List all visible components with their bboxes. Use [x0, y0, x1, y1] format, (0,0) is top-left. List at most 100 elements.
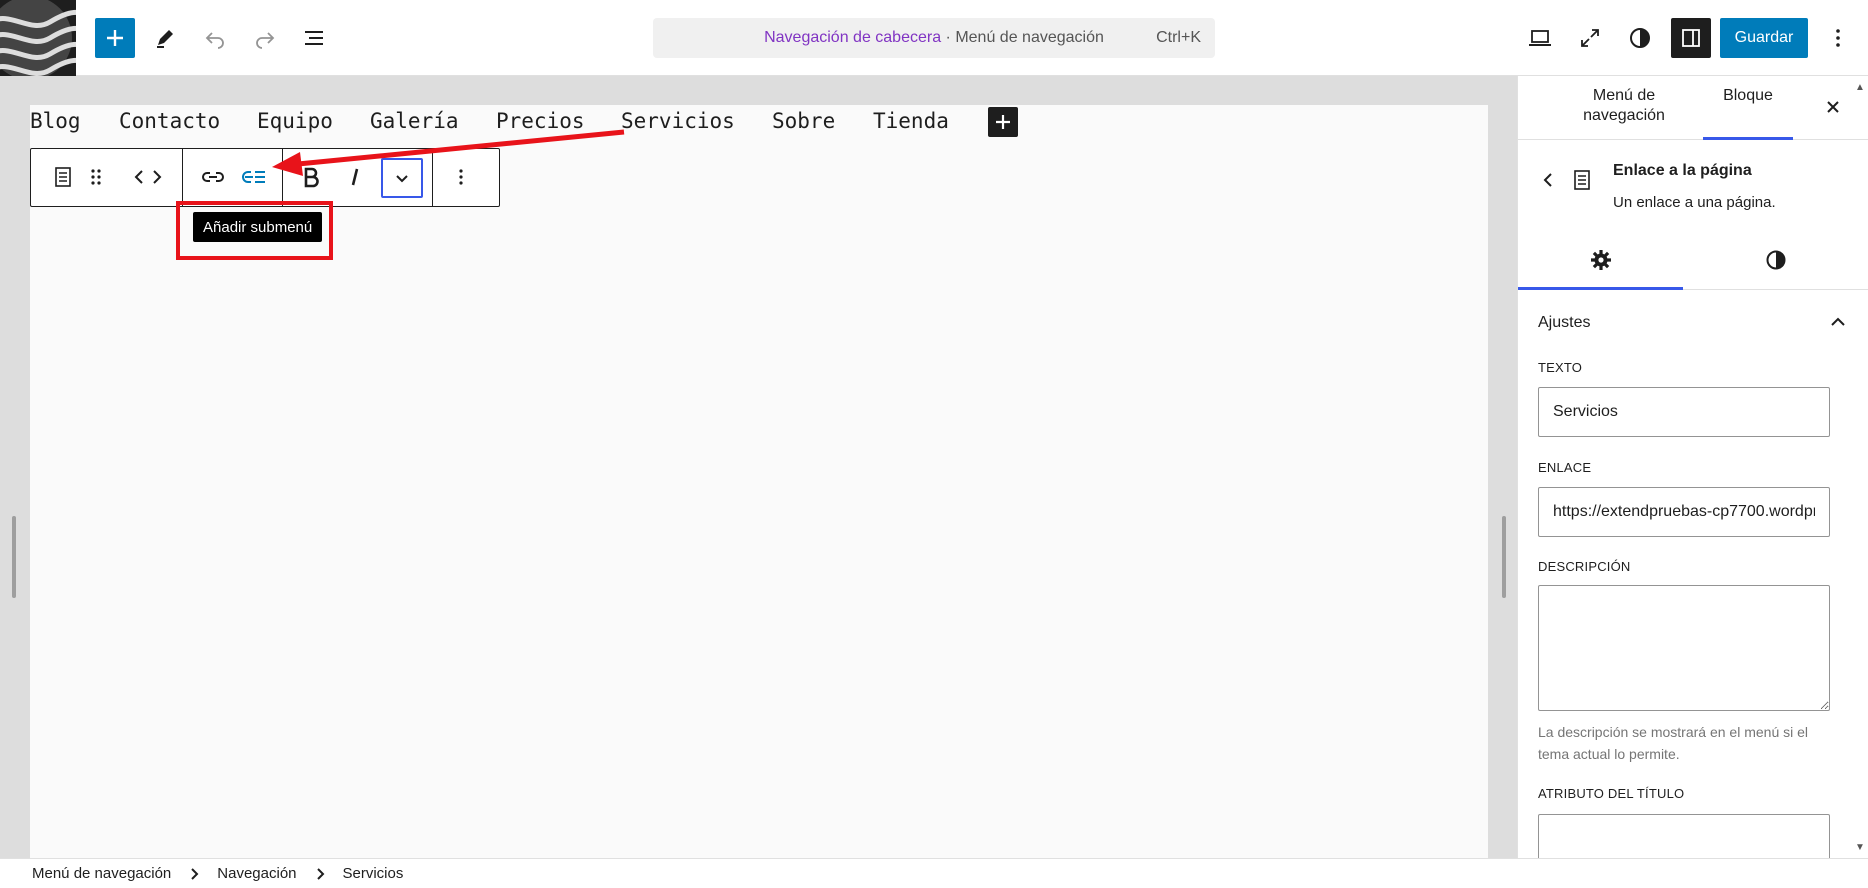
- tab-styles[interactable]: [1683, 230, 1868, 290]
- page-icon: [1570, 168, 1594, 192]
- undo-button[interactable]: [195, 18, 235, 58]
- scroll-down-arrow[interactable]: ▼: [1855, 842, 1865, 853]
- list-view-icon: [305, 31, 323, 45]
- tab-navigation-menu[interactable]: Menú de navegación: [1564, 86, 1684, 126]
- tab-settings[interactable]: [1518, 230, 1683, 290]
- chevron-right-icon: [315, 867, 325, 881]
- text-field[interactable]: [1538, 387, 1830, 437]
- title-attribute-label: Atributo del título: [1538, 786, 1685, 801]
- toolbar-group-block: [31, 149, 183, 206]
- redo-icon: [256, 32, 275, 49]
- chevron-up-icon: [1831, 317, 1845, 326]
- nav-link-blog[interactable]: Blog: [30, 109, 81, 133]
- chevron-right-icon: [189, 867, 199, 881]
- expand-icon: [1581, 29, 1599, 47]
- resize-handle-right[interactable]: [1502, 516, 1506, 598]
- document-overview-button[interactable]: [295, 18, 335, 58]
- breadcrumb-item[interactable]: Menú de navegación: [32, 865, 171, 882]
- editor-header: Navegación de cabecera · Menú de navegac…: [0, 0, 1868, 76]
- block-card-title: Enlace a la página: [1613, 162, 1752, 179]
- site-logo[interactable]: [0, 0, 76, 76]
- tab-block[interactable]: Bloque: [1708, 86, 1788, 106]
- italic-button[interactable]: [335, 157, 375, 197]
- nav-link-tienda[interactable]: Tienda: [873, 109, 949, 133]
- settings-sidebar-toggle[interactable]: [1671, 18, 1711, 58]
- add-submenu-icon: [242, 171, 265, 183]
- title-attribute-field[interactable]: [1538, 814, 1830, 858]
- block-options-button[interactable]: [441, 157, 481, 197]
- nav-link-precios[interactable]: Precios: [496, 109, 585, 133]
- site-icon: [0, 0, 76, 76]
- close-icon: [1827, 101, 1839, 113]
- breadcrumb-item[interactable]: Navegación: [217, 865, 296, 882]
- add-nav-item-button[interactable]: [988, 107, 1018, 137]
- block-breadcrumb: Menú de navegación Navegación Servicios: [0, 858, 1868, 888]
- nav-link-galeria[interactable]: Galería: [370, 109, 459, 133]
- pencil-icon: [157, 30, 173, 48]
- more-vertical-icon: [459, 169, 463, 185]
- nav-link-equipo[interactable]: Equipo: [257, 109, 333, 133]
- bold-icon: [304, 167, 319, 188]
- chevron-left-right-icon: [134, 170, 162, 184]
- contrast-icon: [1766, 250, 1786, 270]
- text-field-label: Texto: [1538, 360, 1583, 375]
- keyboard-shortcut: Ctrl+K: [1156, 29, 1201, 46]
- link-field[interactable]: [1538, 487, 1830, 537]
- resize-handle-left[interactable]: [12, 516, 16, 598]
- settings-sidebar: Menú de navegación Bloque Enlace a la pá…: [1517, 76, 1868, 858]
- breadcrumb-item-current: Servicios: [342, 865, 404, 882]
- options-menu-button[interactable]: [1818, 18, 1858, 58]
- gear-icon: [1590, 250, 1611, 270]
- command-context: Navegación de cabecera: [764, 29, 942, 46]
- command-separator: ·: [941, 29, 956, 46]
- link-icon: [202, 172, 224, 182]
- chevron-left-icon: [1543, 173, 1552, 187]
- toolbar-group-link: [183, 149, 283, 206]
- back-button[interactable]: [1536, 168, 1560, 192]
- toolbar-group-format: [283, 149, 433, 206]
- page-icon: [55, 167, 71, 187]
- nav-link-contacto[interactable]: Contacto: [119, 109, 220, 133]
- sidebar-icon: [1682, 29, 1700, 47]
- drag-handle[interactable]: [81, 157, 111, 197]
- block-type-button[interactable]: [43, 157, 83, 197]
- add-submenu-button[interactable]: [235, 157, 275, 197]
- scroll-up-arrow[interactable]: ▲: [1855, 82, 1865, 93]
- contrast-icon: [1630, 28, 1650, 48]
- drag-handle-icon: [91, 169, 101, 185]
- nav-link-servicios[interactable]: Servicios: [621, 109, 735, 133]
- nav-link-sobre[interactable]: Sobre: [772, 109, 835, 133]
- undo-icon: [205, 32, 224, 49]
- block-toolbar: [30, 148, 500, 207]
- link-button[interactable]: [193, 157, 233, 197]
- fullscreen-button[interactable]: [1570, 18, 1610, 58]
- sidebar-tabs: Menú de navegación Bloque: [1518, 76, 1868, 140]
- command-palette-bar[interactable]: Navegación de cabecera · Menú de navegac…: [653, 18, 1215, 58]
- bold-button[interactable]: [291, 157, 331, 197]
- italic-icon: [351, 168, 359, 186]
- annotation-highlight-box: [176, 201, 333, 260]
- settings-panel-header[interactable]: Ajustes: [1538, 308, 1848, 338]
- plus-icon: [107, 30, 123, 46]
- redo-button[interactable]: [245, 18, 285, 58]
- save-button[interactable]: Guardar: [1720, 18, 1808, 58]
- chevron-down-icon: [396, 175, 408, 183]
- more-formatting-button[interactable]: [381, 158, 423, 198]
- close-sidebar-button[interactable]: [1818, 92, 1848, 122]
- description-help-text: La descripción se mostrará en el menú si…: [1538, 724, 1809, 762]
- tools-button[interactable]: [145, 18, 185, 58]
- styles-button[interactable]: [1620, 18, 1660, 58]
- link-field-label: Enlace: [1538, 460, 1592, 475]
- device-preview-button[interactable]: [1520, 18, 1560, 58]
- command-title: Menú de navegación: [955, 29, 1104, 46]
- panel-title: Ajustes: [1538, 314, 1591, 331]
- active-tab-indicator: [1518, 287, 1683, 290]
- description-field[interactable]: [1538, 585, 1830, 711]
- block-inserter-button[interactable]: [95, 18, 135, 58]
- block-card-description: Un enlace a una página.: [1613, 194, 1776, 211]
- more-vertical-icon: [1836, 29, 1840, 47]
- inspector-tabs: [1518, 230, 1868, 290]
- block-card: Enlace a la página Un enlace a una págin…: [1518, 140, 1868, 230]
- description-field-label: Descripción: [1538, 559, 1631, 574]
- move-buttons[interactable]: [123, 157, 173, 197]
